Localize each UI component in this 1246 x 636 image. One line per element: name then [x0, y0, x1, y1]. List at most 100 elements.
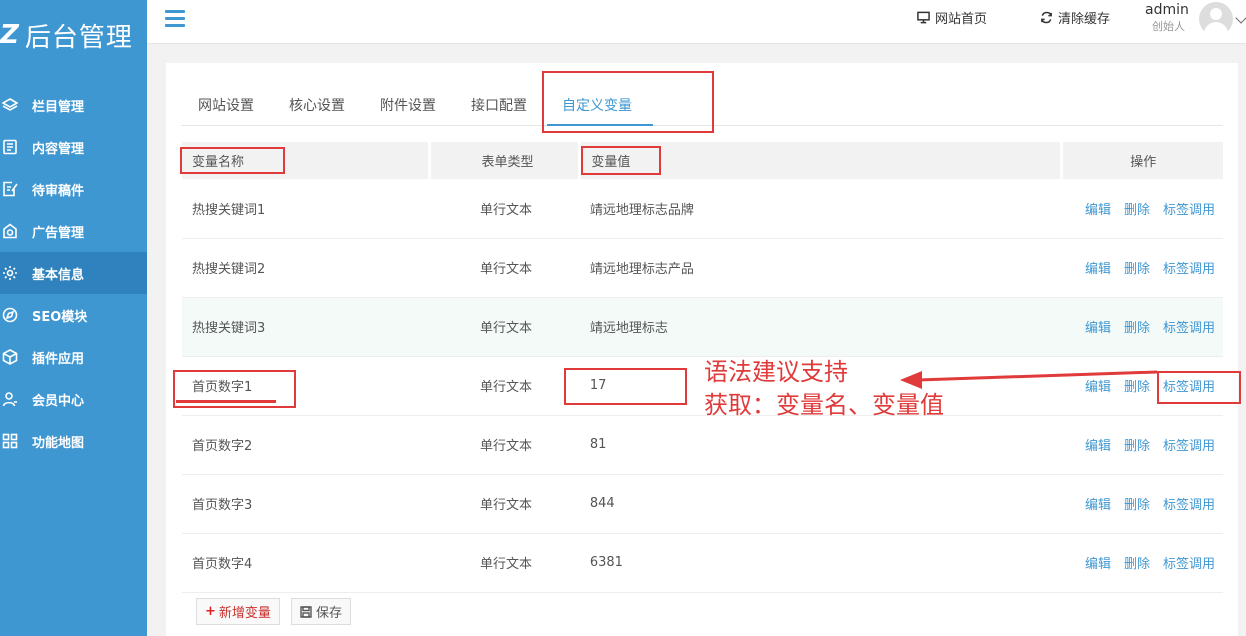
tag-call-link[interactable]: 标签调用 — [1163, 498, 1215, 513]
edit-link[interactable]: 编辑 — [1085, 262, 1111, 277]
edit-doc-icon — [0, 179, 20, 199]
table-row: 热搜关键词2 单行文本 靖远地理标志产品 编辑 删除 标签调用 — [182, 238, 1223, 298]
sidebar-item-label: SEO模块 — [32, 309, 88, 325]
logo[interactable]: Z 后台管理 — [0, 0, 147, 70]
annotation-box-value-header — [581, 146, 661, 175]
form-type: 单行文本 — [429, 179, 580, 239]
delete-link[interactable]: 删除 — [1124, 557, 1150, 572]
clear-cache-label: 清除缓存 — [1058, 12, 1111, 27]
sidebar-item-label: 基本信息 — [32, 267, 85, 283]
annotation-box-name-header — [180, 147, 285, 174]
tab-attachment-settings[interactable]: 附件设置 — [380, 95, 436, 115]
variable-value: 6381 — [579, 533, 1062, 593]
logo-mark: Z — [0, 20, 19, 50]
variables-table: 变量名称 表单类型 变量值 操作 热搜关键词1 单行文本 靖远地理标志品牌 编辑… — [182, 142, 1223, 593]
annotation-box-value-cell — [564, 368, 687, 405]
sidebar-item-seo[interactable]: SEO模块 — [0, 294, 147, 336]
user-info[interactable]: admin 创始人 — [1145, 2, 1189, 34]
edit-link[interactable]: 编辑 — [1085, 203, 1111, 218]
monitor-icon — [917, 11, 930, 24]
sidebar-item-label: 插件应用 — [32, 351, 85, 367]
column-header-actions: 操作 — [1061, 142, 1223, 179]
add-variable-button[interactable]: + 新增变量 — [196, 598, 280, 625]
tab-site-settings[interactable]: 网站设置 — [198, 95, 254, 115]
sidebar-item-ads[interactable]: 广告管理 — [0, 210, 147, 252]
sidebar: Z 后台管理 栏目管理 内容管理 待审稿件 广告管理 基本信息 SEO模块 插件… — [0, 0, 147, 636]
delete-link[interactable]: 删除 — [1124, 380, 1150, 395]
save-button[interactable]: 保存 — [291, 598, 352, 625]
sidebar-item-basic-info[interactable]: 基本信息 — [0, 252, 147, 294]
sidebar-menu: 栏目管理 内容管理 待审稿件 广告管理 基本信息 SEO模块 插件应用 会员中心… — [0, 84, 147, 462]
form-type: 单行文本 — [429, 533, 580, 593]
delete-link[interactable]: 删除 — [1124, 203, 1150, 218]
top-header: 网站首页 清除缓存 admin 创始人 — [147, 0, 1246, 44]
annotation-line-2: 获取：变量名、变量值 — [704, 391, 944, 419]
variable-value: 靖远地理标志 — [579, 297, 1062, 357]
document-icon — [0, 137, 20, 157]
annotation-box-tab — [542, 71, 714, 133]
edit-link[interactable]: 编辑 — [1085, 498, 1111, 513]
variable-name: 热搜关键词1 — [182, 179, 430, 239]
save-label: 保存 — [316, 606, 343, 621]
table-row: 热搜关键词1 单行文本 靖远地理标志品牌 编辑 删除 标签调用 — [182, 179, 1223, 239]
tag-call-link[interactable]: 标签调用 — [1163, 557, 1215, 572]
delete-link[interactable]: 删除 — [1124, 498, 1150, 513]
tag-call-link[interactable]: 标签调用 — [1163, 321, 1215, 336]
tag-call-link[interactable]: 标签调用 — [1163, 262, 1215, 277]
table-row: 首页数字3 单行文本 844 编辑 删除 标签调用 — [182, 474, 1223, 534]
chevron-down-icon[interactable] — [1235, 12, 1246, 24]
annotation-box-tag-call — [1157, 371, 1241, 404]
add-variable-label: 新增变量 — [218, 606, 271, 621]
variable-value: 844 — [579, 474, 1062, 534]
table-row: 首页数字1 单行文本 17 编辑 删除 标签调用 — [182, 356, 1223, 416]
table-row: 首页数字4 单行文本 6381 编辑 删除 标签调用 — [182, 533, 1223, 593]
site-home-label: 网站首页 — [935, 12, 988, 27]
sidebar-item-plugins[interactable]: 插件应用 — [0, 336, 147, 378]
ad-icon — [0, 221, 20, 241]
avatar[interactable] — [1199, 2, 1233, 36]
user-icon — [0, 389, 20, 409]
sidebar-item-label: 会员中心 — [32, 393, 85, 409]
sidebar-item-label: 功能地图 — [32, 435, 85, 451]
form-type: 单行文本 — [429, 415, 580, 475]
delete-link[interactable]: 删除 — [1124, 439, 1150, 454]
row-actions: 编辑 删除 标签调用 — [1061, 474, 1223, 534]
site-home-link[interactable]: 网站首页 — [917, 8, 987, 27]
delete-link[interactable]: 删除 — [1124, 262, 1150, 277]
sidebar-item-columns[interactable]: 栏目管理 — [0, 84, 147, 126]
tab-api-config[interactable]: 接口配置 — [471, 95, 527, 115]
clear-cache-link[interactable]: 清除缓存 — [1040, 8, 1110, 27]
table-row: 首页数字2 单行文本 81 编辑 删除 标签调用 — [182, 415, 1223, 475]
sidebar-item-label: 内容管理 — [32, 141, 85, 157]
tag-call-link[interactable]: 标签调用 — [1163, 203, 1215, 218]
tab-core-settings[interactable]: 核心设置 — [289, 95, 345, 115]
delete-link[interactable]: 删除 — [1124, 321, 1150, 336]
refresh-icon — [1041, 11, 1052, 24]
row-actions: 编辑 删除 标签调用 — [1061, 238, 1223, 298]
row-actions: 编辑 删除 标签调用 — [1061, 415, 1223, 475]
edit-link[interactable]: 编辑 — [1085, 439, 1111, 454]
column-header-type: 表单类型 — [429, 142, 582, 179]
annotation-text: 语法建议支持 获取：变量名、变量值 — [704, 356, 944, 422]
sidebar-item-members[interactable]: 会员中心 — [0, 378, 147, 420]
edit-link[interactable]: 编辑 — [1085, 380, 1111, 395]
grid-icon — [0, 431, 20, 451]
sidebar-item-label: 栏目管理 — [32, 99, 85, 115]
row-actions: 编辑 删除 标签调用 — [1061, 533, 1223, 593]
variable-name: 热搜关键词2 — [182, 238, 430, 298]
form-type: 单行文本 — [429, 356, 580, 416]
variable-name: 首页数字2 — [182, 415, 430, 475]
form-type: 单行文本 — [429, 238, 580, 298]
plus-icon: + — [205, 604, 216, 619]
layers-icon — [0, 95, 20, 115]
variable-value: 靖远地理标志产品 — [579, 238, 1062, 298]
tag-call-link[interactable]: 标签调用 — [1163, 439, 1215, 454]
menu-toggle-icon[interactable] — [165, 10, 185, 28]
edit-link[interactable]: 编辑 — [1085, 321, 1111, 336]
sidebar-item-content[interactable]: 内容管理 — [0, 126, 147, 168]
sidebar-item-label: 广告管理 — [32, 225, 85, 241]
edit-link[interactable]: 编辑 — [1085, 557, 1111, 572]
save-icon — [300, 605, 312, 618]
sidebar-item-pending[interactable]: 待审稿件 — [0, 168, 147, 210]
sidebar-item-sitemap[interactable]: 功能地图 — [0, 420, 147, 462]
